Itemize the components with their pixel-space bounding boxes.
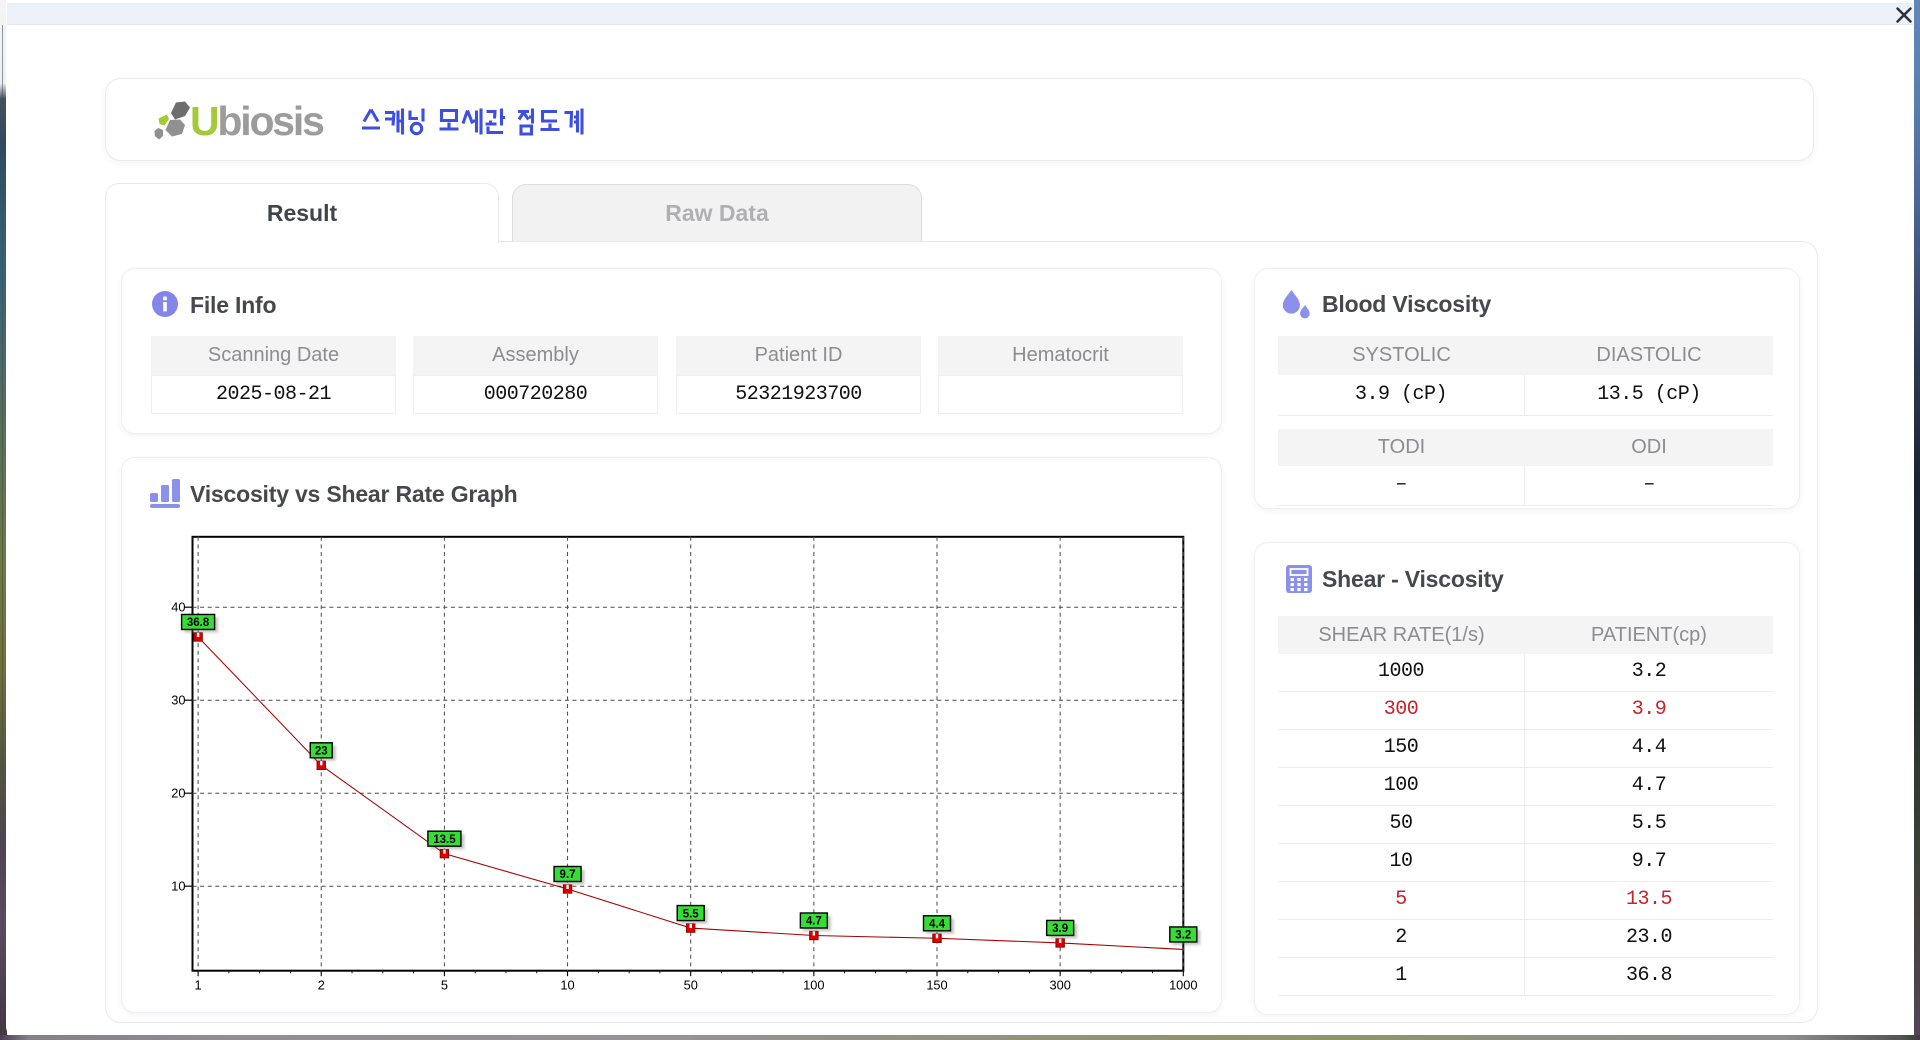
svg-text:5: 5 [441, 977, 448, 992]
svg-text:23: 23 [315, 746, 328, 758]
svg-text:50: 50 [684, 977, 698, 992]
svg-text:2: 2 [318, 977, 325, 992]
svg-text:5.5: 5.5 [683, 908, 700, 920]
svg-text:150: 150 [926, 977, 947, 992]
svg-text:3.9: 3.9 [1052, 923, 1068, 935]
svg-text:20: 20 [171, 786, 185, 801]
svg-text:4.7: 4.7 [806, 916, 822, 928]
svg-text:10: 10 [560, 977, 574, 992]
svg-text:13.5: 13.5 [433, 834, 456, 846]
svg-text:36.8: 36.8 [187, 617, 210, 629]
svg-text:30: 30 [171, 693, 185, 708]
svg-text:3.2: 3.2 [1175, 930, 1191, 942]
svg-text:300: 300 [1049, 977, 1070, 992]
svg-text:10: 10 [171, 879, 185, 894]
svg-text:1: 1 [195, 977, 202, 992]
svg-text:1000: 1000 [1169, 977, 1197, 992]
svg-text:9.7: 9.7 [560, 869, 576, 881]
svg-text:40: 40 [171, 600, 185, 615]
svg-text:100: 100 [803, 977, 824, 992]
svg-text:4.4: 4.4 [929, 918, 946, 930]
